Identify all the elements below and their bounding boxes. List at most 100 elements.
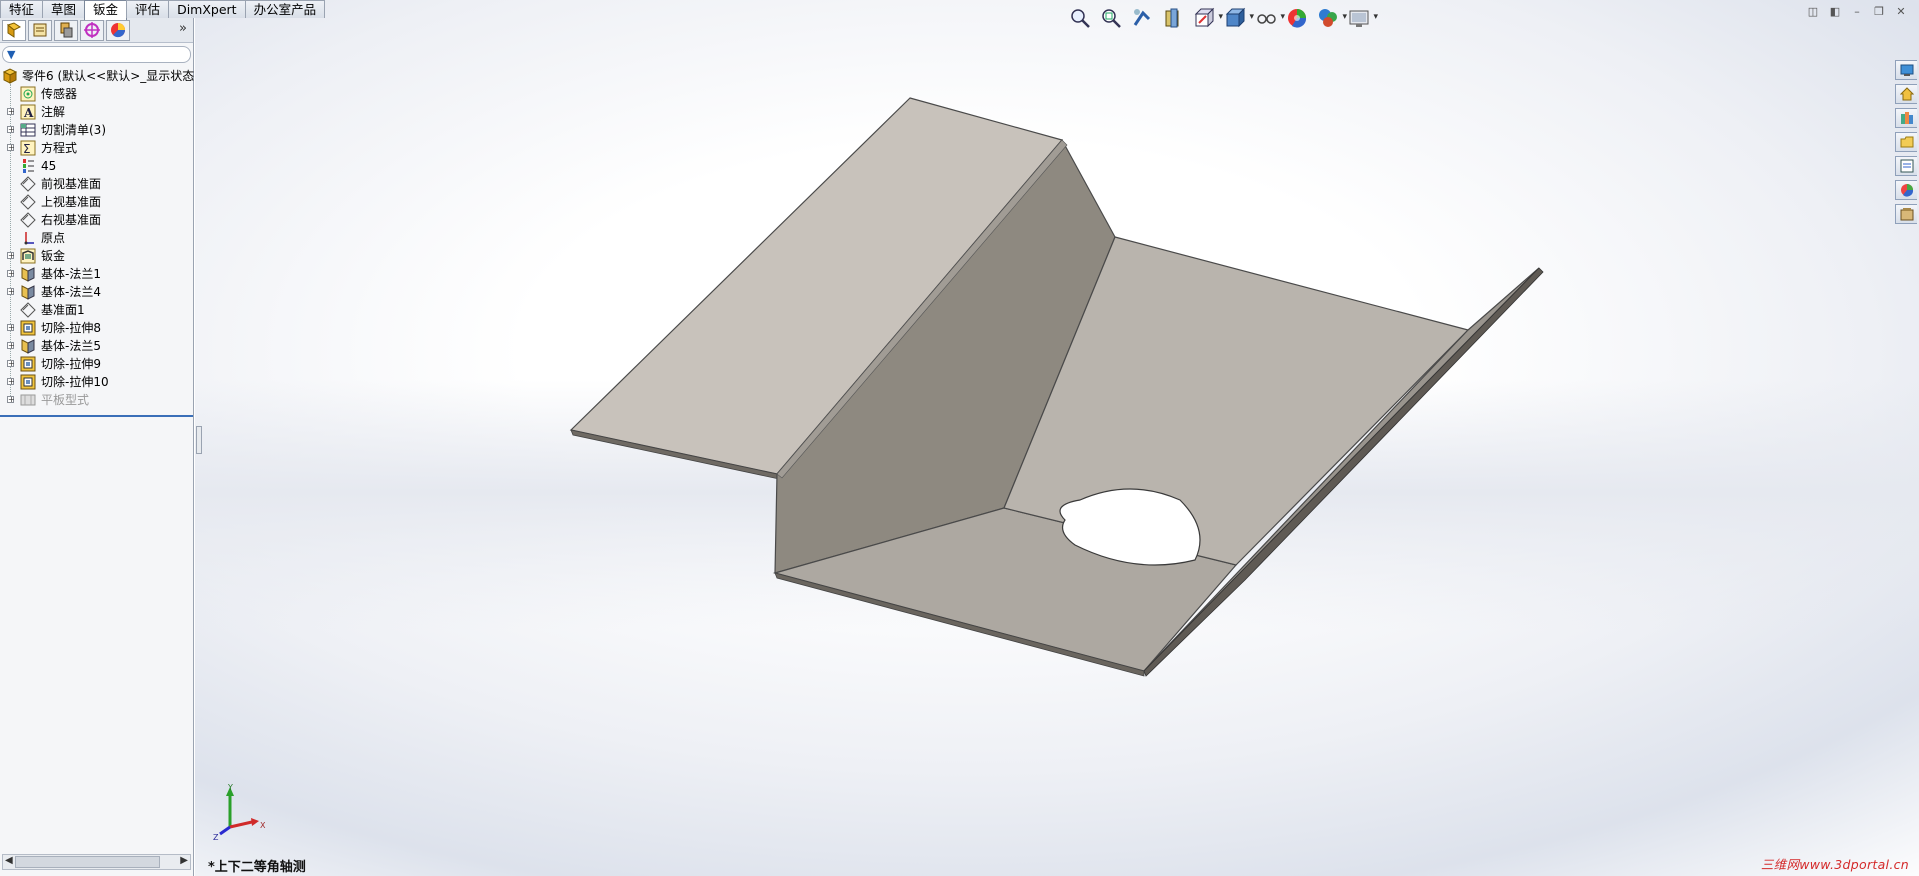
tree-item-flat-pattern[interactable]: + 平板型式 [0,391,193,409]
feature-manager-panel: » ▼ 零件6 (默认<<默认>_显示状态 传感器 + A 注解 + 切割清单(… [0,18,194,876]
design-library-icon[interactable] [1895,108,1917,128]
expand-toggle[interactable]: + [7,342,15,350]
view-orientation-icon[interactable] [1192,6,1223,30]
plane-icon [20,194,36,210]
expand-toggle[interactable]: + [7,396,15,404]
document-window-controls: ◫ ◧ – ❐ ✕ [1807,6,1907,18]
tree-root-part[interactable]: 零件6 (默认<<默认>_显示状态 [0,67,195,85]
dimxpert-icon [84,22,100,38]
hide-show-items-icon[interactable] [1254,6,1285,30]
tree-item-plane-1[interactable]: 基准面1 [0,301,193,319]
tree-item-cut-extrude-8[interactable]: + 切除-拉伸8 [0,319,193,337]
tree-item-origin[interactable]: 原点 [0,229,193,247]
file-explorer-icon[interactable] [1895,132,1917,152]
command-manager-tabs: 特征 草图 钣金 评估 DimXpert 办公室产品 [0,0,326,20]
cut-list-icon [20,123,36,137]
configuration-manager-icon [60,22,73,38]
tree-item-right-plane[interactable]: 右视基准面 [0,211,193,229]
configuration-manager-tab[interactable] [54,19,78,41]
edit-appearance-icon[interactable] [1285,6,1309,30]
tree-item-base-flange-4[interactable]: + 基体-法兰4 [0,283,193,301]
tree-item-cut-extrude-10[interactable]: + 切除-拉伸10 [0,373,193,391]
apply-scene-icon[interactable] [1316,6,1347,30]
material-icon [23,159,34,173]
expand-toggle[interactable]: + [7,108,15,116]
sheet-metal-icon [20,248,36,264]
display-style-icon[interactable] [1223,6,1254,30]
solidworks-resources-icon[interactable] [1895,60,1917,80]
property-manager-tab[interactable] [28,19,52,41]
panel-horizontal-scrollbar[interactable]: ◀ ▶ [2,854,191,870]
expand-toggle[interactable]: + [7,270,15,278]
triad-x-arrow [251,818,259,826]
dimxpert-manager-tab[interactable] [80,19,104,41]
tab-sketch[interactable]: 草图 [42,0,86,18]
expand-toggle[interactable]: + [7,360,15,368]
view-orientation-label: *上下二等角轴测 [208,860,306,875]
feature-filter-input[interactable]: ▼ [2,46,191,63]
tile-vertical-icon[interactable]: ◧ [1829,6,1841,18]
base-flange-icon [21,339,35,354]
tree-item-sensors[interactable]: 传感器 [0,85,193,103]
expand-toggle[interactable]: + [7,378,15,386]
tab-sheet-metal[interactable]: 钣金 [84,0,128,20]
property-manager-icon [33,23,47,37]
expand-toggle[interactable]: + [7,126,15,134]
cut-extrude-icon [20,320,36,336]
tree-item-material[interactable]: 45 [0,157,193,175]
tab-evaluate[interactable]: 评估 [126,0,170,18]
scroll-thumb[interactable] [15,856,160,868]
triad-x-axis [229,820,253,829]
custom-properties-icon[interactable] [1895,204,1917,224]
minimize-icon[interactable]: – [1851,6,1863,18]
plane-icon [20,212,36,228]
task-pane-tabs [1895,60,1919,224]
restore-icon[interactable]: ❐ [1873,6,1885,18]
display-manager-tab[interactable] [106,19,130,41]
base-flange-icon [21,267,35,282]
scroll-right-arrow-icon[interactable]: ▶ [180,855,188,866]
zoom-to-area-icon[interactable] [1099,6,1123,30]
section-view-icon[interactable] [1161,6,1185,30]
svg-text:Σ: Σ [23,142,31,156]
tree-item-cut-list[interactable]: + 切割清单(3) [0,121,193,139]
scroll-left-arrow-icon[interactable]: ◀ [5,855,13,866]
close-icon[interactable]: ✕ [1895,6,1907,18]
plane-icon [20,176,36,192]
previous-view-icon[interactable] [1130,6,1154,30]
expand-toggle[interactable]: + [7,324,15,332]
triad-y-label: Y [227,783,233,792]
tab-features[interactable]: 特征 [0,0,44,18]
feature-manager-tab[interactable] [2,19,26,41]
tile-horizontal-icon[interactable]: ◫ [1807,6,1819,18]
reference-triad: Y X Z [213,783,266,842]
tree-item-front-plane[interactable]: 前视基准面 [0,175,193,193]
sheet-metal-part-model[interactable] [195,0,1919,876]
expand-toggle[interactable]: + [7,252,15,260]
site-watermark: 三维网www.3dportal.cn [1760,857,1909,872]
zoom-to-fit-icon[interactable] [1068,6,1092,30]
sensor-icon [20,86,36,102]
more-tabs-chevron-icon[interactable]: » [179,21,187,36]
expand-toggle[interactable]: + [7,144,15,152]
home-icon[interactable] [1895,84,1917,104]
panel-splitter-handle[interactable] [196,426,202,454]
view-settings-icon[interactable] [1347,6,1378,30]
view-palette-icon[interactable] [1895,156,1917,176]
tree-item-cut-extrude-9[interactable]: + 切除-拉伸9 [0,355,193,373]
tree-item-equations[interactable]: + Σ 方程式 [0,139,193,157]
rollback-bar[interactable] [0,415,193,417]
tree-item-base-flange-1[interactable]: + 基体-法兰1 [0,265,193,283]
cut-extrude-icon [20,356,36,372]
tree-item-base-flange-5[interactable]: + 基体-法兰5 [0,337,193,355]
tab-office-products[interactable]: 办公室产品 [244,0,326,18]
tree-item-top-plane[interactable]: 上视基准面 [0,193,193,211]
tree-item-annotations[interactable]: + A 注解 [0,103,193,121]
tree-root-label: 零件6 (默认<<默认>_显示状态 [22,69,195,83]
graphics-area[interactable]: ◫ ◧ – ❐ ✕ [195,0,1919,876]
expand-toggle[interactable]: + [7,288,15,296]
appearances-scenes-icon[interactable] [1895,180,1917,200]
tab-dimxpert[interactable]: DimXpert [168,0,246,18]
cut-extrude-icon [20,374,36,390]
tree-item-sheet-metal[interactable]: + 钣金 [0,247,193,265]
